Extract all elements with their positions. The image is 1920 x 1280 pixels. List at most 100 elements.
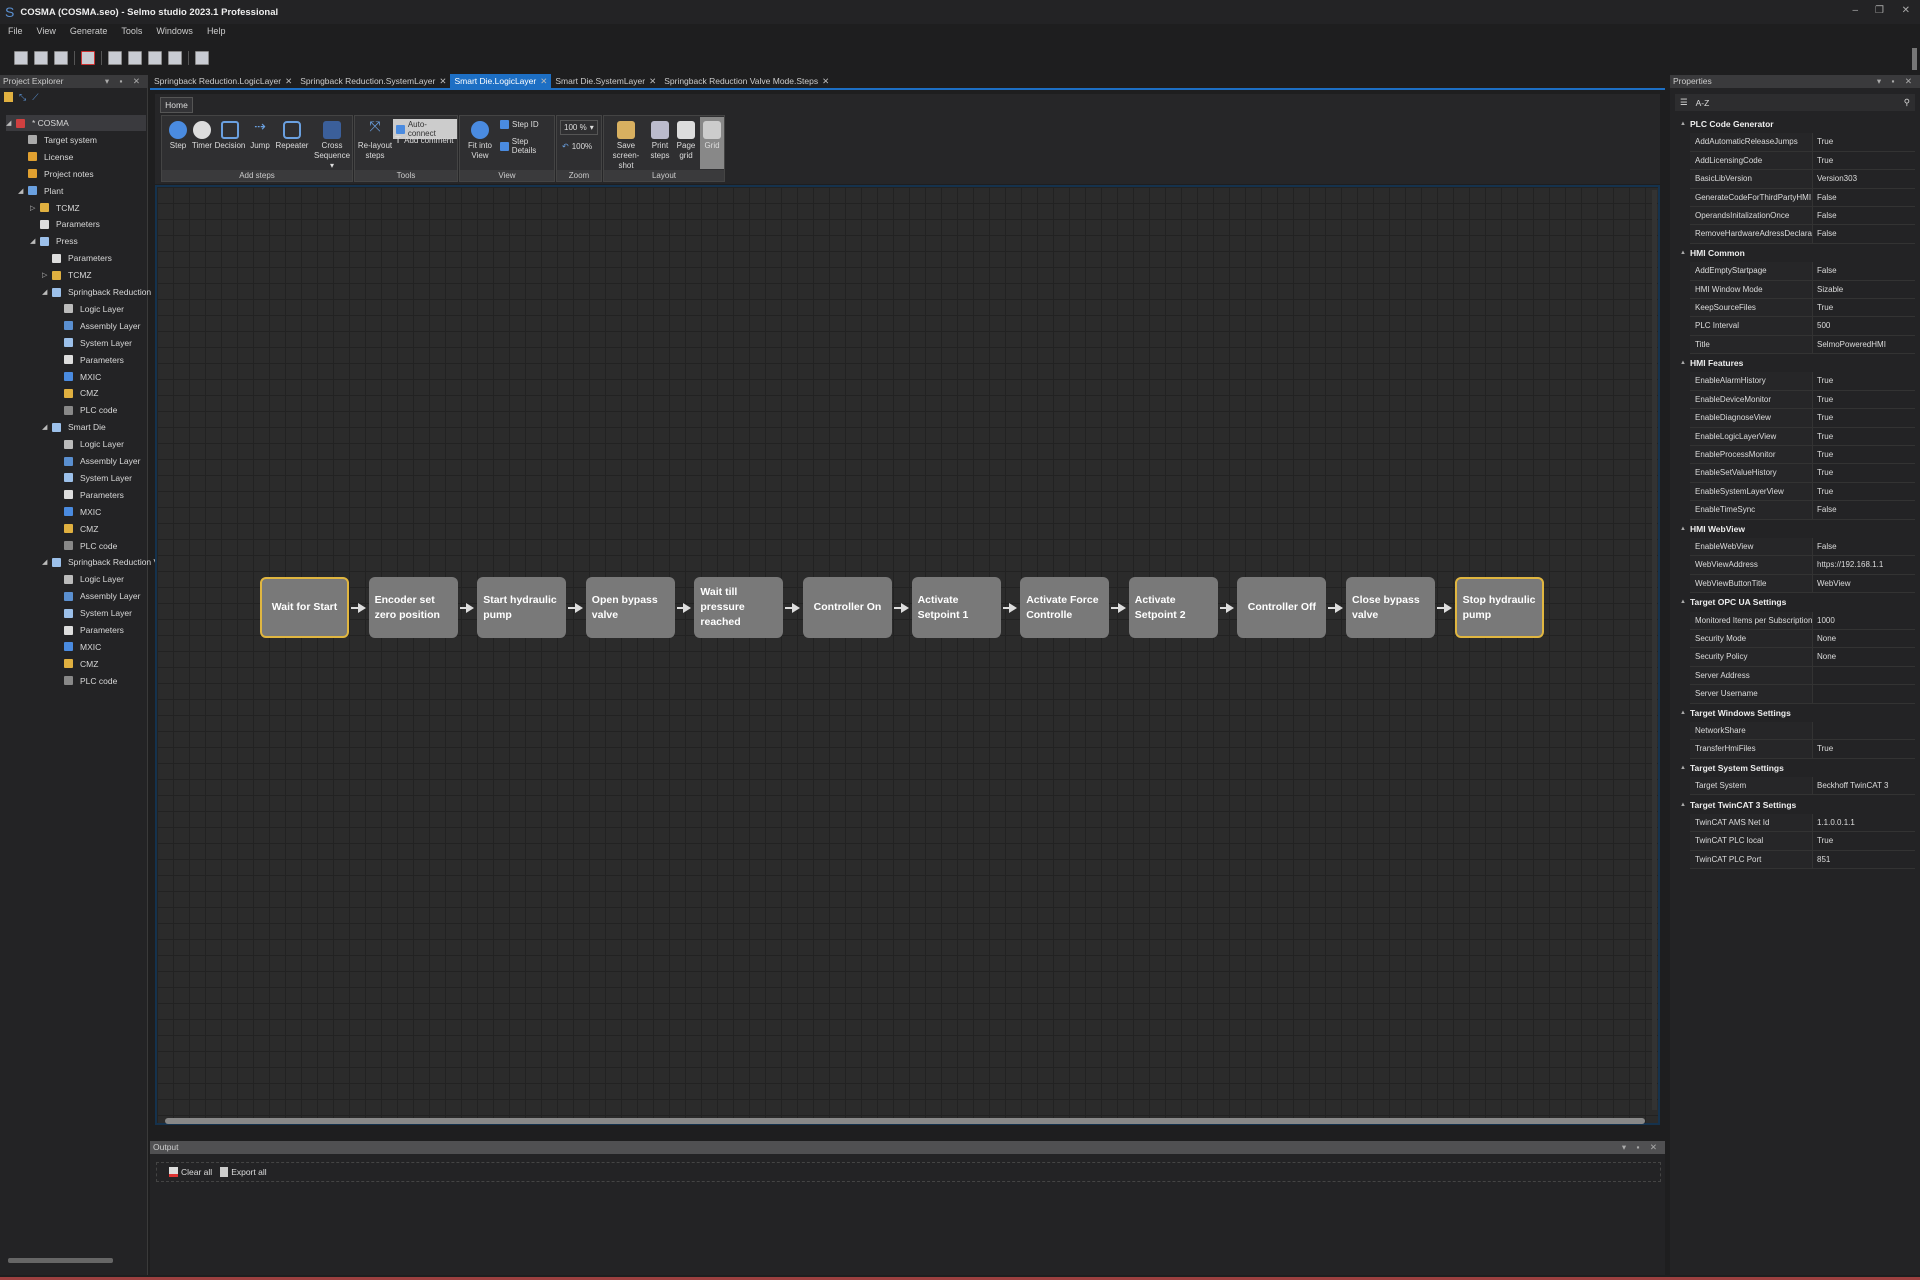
ribbon-tab-home[interactable]: Home	[160, 97, 193, 113]
tree-item[interactable]: Assembly Layer	[54, 588, 140, 604]
property-value[interactable]: True	[1813, 446, 1833, 463]
property-value[interactable]: None	[1813, 630, 1836, 647]
property-category[interactable]: ▲ Target OPC UA Settings	[1675, 593, 1915, 611]
tree-item[interactable]: System Layer	[54, 605, 132, 621]
property-row[interactable]: Server Username	[1690, 685, 1915, 704]
step-node[interactable]: Wait till pressure reached	[694, 577, 784, 638]
tree-item[interactable]: Parameters	[42, 250, 112, 266]
property-category[interactable]: ▲ Target TwinCAT 3 Settings	[1675, 795, 1915, 813]
step-node[interactable]: Activate Setpoint 2	[1128, 577, 1218, 638]
tree-item[interactable]: ◢ * COSMA	[6, 115, 146, 131]
fit-into-view-button[interactable]: Fit into View	[462, 121, 498, 161]
tree-item[interactable]: Logic Layer	[54, 571, 124, 587]
minimize-button[interactable]: –	[1852, 5, 1858, 16]
collapsed-arrow-icon[interactable]: ▷	[30, 204, 40, 212]
property-value[interactable]: None	[1813, 648, 1836, 665]
property-value[interactable]	[1813, 722, 1817, 739]
property-row[interactable]: BasicLibVersion Version303	[1690, 170, 1915, 189]
export-all-button[interactable]: Export all	[220, 1167, 267, 1177]
zoom-reset-button[interactable]: ↶ 100%	[562, 142, 592, 151]
link-icon[interactable]: ⤡	[19, 92, 26, 106]
property-row[interactable]: PLC Interval 500	[1690, 317, 1915, 336]
grid-toggle[interactable]: Grid	[700, 117, 724, 169]
step-node[interactable]: Close bypass valve	[1346, 577, 1435, 638]
open-project-icon[interactable]	[34, 51, 48, 65]
property-row[interactable]: EnableDeviceMonitor True	[1690, 390, 1915, 410]
menu-windows[interactable]: Windows	[156, 26, 193, 42]
property-value[interactable]: Beckhoff TwinCAT 3	[1813, 777, 1888, 794]
tree-item[interactable]: License	[18, 149, 73, 165]
tree-item[interactable]: PLC code	[54, 673, 117, 689]
expanded-arrow-icon[interactable]: ◢	[42, 423, 52, 431]
property-value[interactable]: WebView	[1813, 575, 1851, 592]
sort-az-button[interactable]: A-Z	[1696, 98, 1710, 108]
canvas-hscrollbar[interactable]	[165, 1118, 1645, 1124]
property-row[interactable]: EnableProcessMonitor True	[1690, 446, 1915, 465]
property-row[interactable]: Title SelmoPoweredHMI	[1690, 335, 1915, 355]
home-icon[interactable]	[195, 51, 209, 65]
step-id-toggle[interactable]: Step ID	[500, 120, 539, 129]
property-row[interactable]: EnableLogicLayerView True	[1690, 427, 1915, 447]
property-value[interactable]: False	[1813, 538, 1837, 555]
tree-item[interactable]: PLC code	[54, 538, 117, 554]
tree-item[interactable]: Logic Layer	[54, 436, 124, 452]
repeater-button[interactable]: Repeater	[274, 121, 310, 151]
page-grid-button[interactable]: Page grid	[674, 121, 698, 161]
tree-item[interactable]: Project notes	[18, 166, 94, 182]
collapse-arrow-icon[interactable]: ▲	[1680, 765, 1690, 771]
property-value[interactable]: 1.1.0.0.1.1	[1813, 814, 1855, 831]
code-icon[interactable]	[148, 51, 162, 65]
collapse-arrow-icon[interactable]: ▲	[1680, 250, 1690, 256]
property-value[interactable]: 1000	[1813, 612, 1835, 629]
collapse-arrow-icon[interactable]: ▲	[1680, 526, 1690, 532]
property-row[interactable]: EnableDiagnoseView True	[1690, 409, 1915, 428]
property-row[interactable]: HMI Window Mode Sizable	[1690, 280, 1915, 299]
expanded-arrow-icon[interactable]: ◢	[30, 237, 40, 245]
tree-item[interactable]: ◢ Springback Reduction	[42, 284, 151, 300]
property-value[interactable]	[1813, 685, 1817, 702]
tab-item[interactable]: Smart Die.LogicLayer ✕	[450, 74, 552, 88]
property-value[interactable]: True	[1813, 409, 1833, 426]
close-tab-icon[interactable]: ✕	[285, 76, 292, 86]
property-row[interactable]: TwinCAT PLC local True	[1690, 832, 1915, 851]
property-value[interactable]: True	[1813, 464, 1833, 481]
step-details-toggle[interactable]: Step Details	[500, 137, 554, 155]
tree-item[interactable]: CMZ	[54, 656, 98, 672]
property-row[interactable]: AddEmptyStartpage False	[1690, 262, 1915, 281]
tree-item[interactable]: ◢ Press	[30, 233, 78, 249]
step-node[interactable]: Start hydraulic pump	[477, 577, 567, 638]
property-row[interactable]: NetworkShare	[1690, 721, 1915, 741]
property-value[interactable]: True	[1813, 832, 1833, 849]
property-value[interactable]: SelmoPoweredHMI	[1813, 336, 1886, 353]
step-node[interactable]: Controller On	[803, 577, 892, 638]
categorized-icon[interactable]: ☰	[1680, 97, 1688, 108]
restore-button[interactable]: ❐	[1875, 5, 1884, 16]
tree-item[interactable]: Assembly Layer	[54, 453, 140, 469]
save-screenshot-button[interactable]: Save screen-shot	[606, 121, 646, 171]
tree-item[interactable]: PLC code	[54, 402, 117, 418]
close-tab-icon[interactable]: ✕	[540, 76, 547, 86]
timer-button[interactable]: Timer	[190, 121, 214, 151]
property-row[interactable]: KeepSourceFiles True	[1690, 298, 1915, 318]
property-row[interactable]: TwinCAT AMS Net Id 1.1.0.0.1.1	[1690, 813, 1915, 833]
menu-generate[interactable]: Generate	[70, 26, 108, 42]
property-row[interactable]: EnableSystemLayerView True	[1690, 482, 1915, 502]
tree-item[interactable]: Parameters	[54, 487, 124, 503]
tree-item[interactable]: Target system	[18, 132, 97, 148]
property-row[interactable]: EnableTimeSync False	[1690, 501, 1915, 520]
new-project-icon[interactable]	[14, 51, 28, 65]
property-row[interactable]: EnableAlarmHistory True	[1690, 372, 1915, 391]
step-node[interactable]: Wait for Start	[260, 577, 349, 638]
tab-item[interactable]: Springback Reduction.LogicLayer ✕	[150, 74, 296, 88]
tab-item[interactable]: Springback Reduction.SystemLayer ✕	[296, 74, 450, 88]
expanded-arrow-icon[interactable]: ◢	[18, 187, 28, 195]
property-value[interactable]: True	[1813, 133, 1833, 150]
collapse-arrow-icon[interactable]: ▲	[1680, 710, 1690, 716]
clear-all-button[interactable]: Clear all	[169, 1167, 212, 1177]
property-category[interactable]: ▲ Target Windows Settings	[1675, 704, 1915, 722]
close-project-icon[interactable]	[81, 51, 95, 65]
panel-controls[interactable]: ▾ ▪ ✕	[1622, 1141, 1661, 1154]
tree-item[interactable]: ◢ Smart Die	[42, 419, 106, 435]
window-layout-2-icon[interactable]	[128, 51, 142, 65]
tree-item[interactable]: MXIC	[54, 369, 101, 385]
